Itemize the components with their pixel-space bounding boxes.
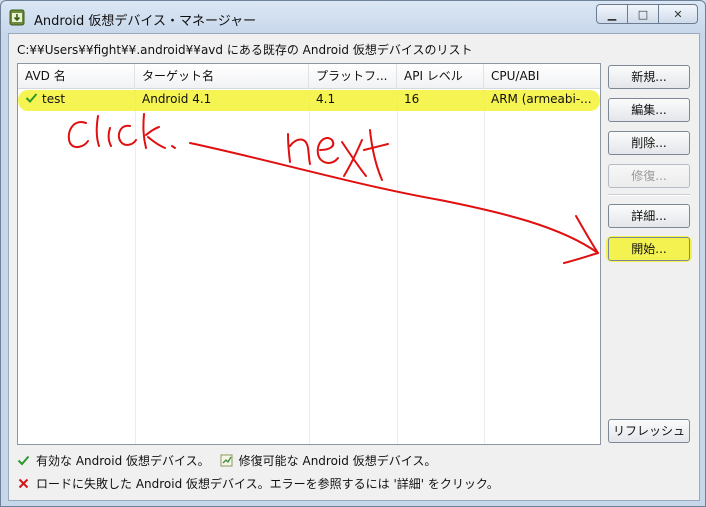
column-cpu-abi[interactable]: CPU/ABI [484, 64, 600, 88]
legend-repairable: 修復可能な Android 仮想デバイス。 [238, 454, 437, 468]
legend-failed: ロードに失敗した Android 仮想デバイス。エラーを参照するには '詳細' … [36, 477, 499, 491]
avd-path-label: C:¥¥Users¥¥fight¥¥.android¥¥avd にある既存の A… [17, 43, 473, 57]
row-api-level: 16 [404, 92, 420, 106]
delete-button[interactable]: 削除... [608, 131, 690, 155]
window-controls: ▁ □ ✕ [596, 4, 698, 24]
minimize-icon: ▁ [607, 7, 617, 21]
row-cpu-abi: ARM (armeabi-... [491, 92, 592, 106]
details-button[interactable]: 詳細... [608, 204, 690, 228]
valid-check-icon [17, 455, 30, 466]
window-title: Android 仮想デバイス・マネージャー [34, 14, 257, 29]
column-divider [397, 88, 398, 444]
repair-icon [220, 454, 233, 467]
android-download-icon [9, 9, 25, 26]
column-platform[interactable]: プラットフ... [309, 64, 397, 88]
column-target-name[interactable]: ターゲット名 [135, 64, 309, 88]
new-button[interactable]: 新規... [608, 65, 690, 89]
close-icon: ✕ [673, 7, 683, 21]
title-bar[interactable]: Android 仮想デバイス・マネージャー ▁ □ ✕ [1, 1, 705, 33]
table-header: AVD 名 ターゲット名 プラットフ... API レベル CPU/ABI [18, 64, 600, 89]
repair-button[interactable]: 修復... [608, 164, 690, 188]
minimize-button[interactable]: ▁ [596, 4, 628, 24]
button-separator [608, 194, 690, 196]
legend-row-1: 有効な Android 仮想デバイス。 修復可能な Android 仮想デバイス… [17, 452, 436, 469]
column-divider [135, 88, 136, 444]
edit-button[interactable]: 編集... [608, 98, 690, 122]
legend-valid: 有効な Android 仮想デバイス。 [36, 454, 210, 468]
refresh-button[interactable]: リフレッシュ [608, 419, 690, 443]
close-button[interactable]: ✕ [658, 4, 698, 24]
start-button[interactable]: 開始... [608, 237, 690, 261]
row-target-name: Android 4.1 [142, 92, 212, 106]
table-row[interactable]: test Android 4.1 4.1 16 ARM (armeabi-... [18, 89, 600, 109]
legend-row-2: ロードに失敗した Android 仮想デバイス。エラーを参照するには '詳細' … [17, 475, 499, 492]
column-divider [309, 88, 310, 444]
column-divider [484, 88, 485, 444]
maximize-icon: □ [637, 7, 649, 21]
error-x-icon [18, 478, 29, 489]
row-avd-name: test [42, 92, 66, 106]
avd-manager-window: Android 仮想デバイス・マネージャー ▁ □ ✕ C:¥¥Users¥¥f… [0, 0, 706, 507]
dialog-body: C:¥¥Users¥¥fight¥¥.android¥¥avd にある既存の A… [8, 33, 700, 501]
maximize-button[interactable]: □ [627, 4, 659, 24]
avd-table[interactable]: AVD 名 ターゲット名 プラットフ... API レベル CPU/ABI te… [17, 63, 601, 445]
column-avd-name[interactable]: AVD 名 [18, 64, 135, 88]
row-platform: 4.1 [316, 92, 336, 106]
column-api-level[interactable]: API レベル [397, 64, 484, 88]
